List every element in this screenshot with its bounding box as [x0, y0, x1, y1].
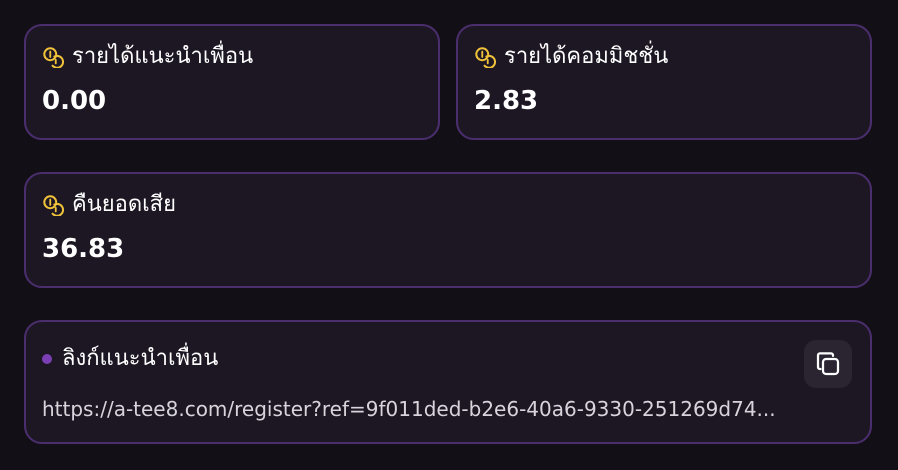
referral-link-label: ลิงก์แนะนำเพื่อน [62, 346, 219, 371]
referral-link-url[interactable]: https://a-tee8.com/register?ref=9f011ded… [42, 394, 856, 424]
referral-link-card: ลิงก์แนะนำเพื่อน https://a-tee8.com/regi… [24, 320, 872, 444]
cashback-card: คืนยอดเสีย 36.83 [24, 172, 872, 288]
referral-income-card: รายได้แนะนำเพื่อน 0.00 [24, 24, 440, 140]
copy-icon [816, 352, 840, 376]
dot-icon [42, 354, 52, 364]
cashback-label: คืนยอดเสีย [72, 192, 176, 217]
coins-icon [43, 47, 64, 68]
commission-income-label: รายได้คอมมิชชั่น [504, 44, 669, 69]
referral-link-header: ลิงก์แนะนำเพื่อน [42, 344, 218, 374]
commission-income-value: 2.83 [474, 86, 539, 116]
cashback-value: 36.83 [42, 234, 125, 264]
coins-icon [43, 195, 64, 216]
copy-link-button[interactable] [804, 340, 852, 388]
cashback-header: คืนยอดเสีย [42, 190, 176, 220]
commission-income-card: รายได้คอมมิชชั่น 2.83 [456, 24, 872, 140]
referral-income-header: รายได้แนะนำเพื่อน [42, 42, 253, 72]
referral-income-value: 0.00 [42, 86, 107, 116]
coins-icon [475, 47, 496, 68]
referral-income-label: รายได้แนะนำเพื่อน [72, 44, 254, 69]
commission-income-header: รายได้คอมมิชชั่น [474, 42, 668, 72]
